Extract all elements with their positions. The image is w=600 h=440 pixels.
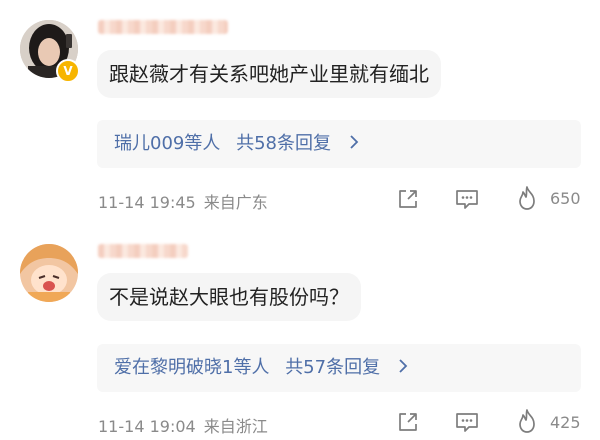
comment-item: 不是说赵大眼也有股份吗？ 爱在黎明破晓1等人 共57条回复 11-14 19:0… (0, 228, 600, 436)
like-count: 425 (550, 413, 581, 432)
reply-summary-link[interactable]: 爱在黎明破晓1等人 共57条回复 (97, 344, 581, 392)
like-icon[interactable] (513, 184, 541, 212)
comment-location: 来自浙江 (203, 417, 268, 436)
reply-count: 共58条回复 (236, 133, 331, 154)
reply-users: 爱在黎明破晓1等人 (114, 357, 270, 378)
username-redacted (98, 244, 188, 258)
comment-meta: 11-14 19:45 来自广东 (98, 189, 268, 213)
chevron-right-icon (349, 120, 359, 168)
comment-text: 跟赵薇才有关系吧她产业里就有缅北 (97, 50, 441, 98)
like-count: 650 (550, 189, 581, 208)
comment-meta: 11-14 19:04 来自浙江 (98, 413, 268, 437)
comment-icon[interactable] (453, 185, 481, 213)
reply-users: 瑞儿009等人 (114, 133, 221, 154)
comment-item: V 跟赵薇才有关系吧她产业里就有缅北 瑞儿009等人 共58条回复 11-14 … (0, 0, 600, 228)
avatar[interactable] (20, 244, 78, 302)
share-icon[interactable] (394, 408, 422, 436)
chevron-right-icon (398, 344, 408, 392)
comment-location: 来自广东 (203, 193, 268, 212)
reply-summary-link[interactable]: 瑞儿009等人 共58条回复 (97, 120, 581, 168)
reply-count: 共57条回复 (285, 357, 381, 378)
comment-icon[interactable] (453, 408, 481, 436)
like-icon[interactable] (513, 407, 541, 435)
share-icon[interactable] (394, 185, 422, 213)
verified-badge-icon: V (56, 59, 80, 83)
comment-time: 11-14 19:45 (98, 193, 196, 212)
username-redacted (98, 20, 228, 34)
comment-time: 11-14 19:04 (98, 417, 196, 436)
comment-text: 不是说赵大眼也有股份吗？ (97, 273, 361, 321)
